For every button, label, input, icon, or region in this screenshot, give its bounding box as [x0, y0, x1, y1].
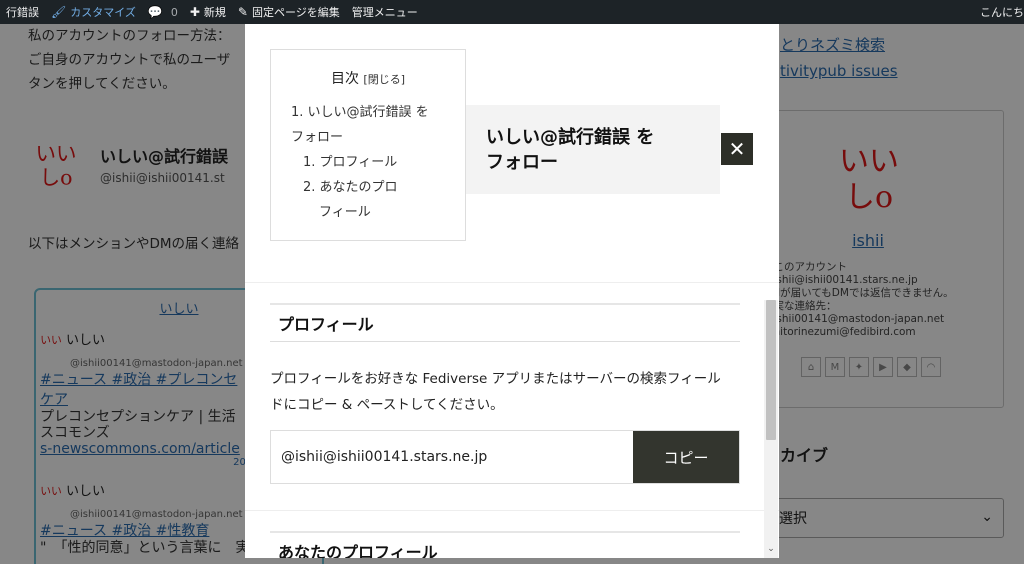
toc-item[interactable]: フィール [291, 200, 465, 225]
close-icon: ✕ [728, 137, 746, 161]
follow-title-box: いしい@試行錯誤 を フォロー [466, 105, 720, 194]
greeting-label: こんにち [980, 6, 1024, 19]
comment-icon: 💬 [147, 5, 163, 19]
plus-icon: ✚ [189, 5, 200, 19]
site-name-item[interactable]: 行錯誤 [0, 0, 45, 24]
edit-page-label: 固定ページを編集 [251, 6, 340, 19]
profile-heading: プロフィール [270, 303, 740, 342]
edit-page-item[interactable]: ✎ 固定ページを編集 [232, 0, 346, 24]
comments-item[interactable]: 💬 0 [142, 0, 184, 24]
admin-menu-item[interactable]: 管理メニュー [346, 0, 424, 24]
toc-title: 目次 [330, 71, 359, 87]
customize-item[interactable]: 🖌 カスタマイズ [45, 0, 142, 24]
scroll-down-arrow-icon[interactable]: ⌄ [764, 544, 778, 558]
close-modal-button[interactable]: ✕ [721, 133, 753, 165]
site-name-label: 行錯誤 [6, 6, 39, 19]
toc-item[interactable]: 1. いしい@試行錯誤 を [291, 100, 465, 125]
brush-icon: 🖌 [51, 5, 67, 19]
follow-modal: 目次 [閉じる] 1. いしい@試行錯誤 を フォロー 1. プロフィール 2.… [245, 24, 779, 558]
toc-toggle-button[interactable]: [閉じる] [363, 73, 405, 86]
pencil-icon: ✎ [237, 5, 248, 19]
your-profile-heading: あなたのプロフィール [270, 531, 740, 558]
toc-item[interactable]: 1. プロフィール [291, 150, 465, 175]
new-label: 新規 [203, 6, 226, 19]
admin-bar: 行錯誤 🖌 カスタマイズ 💬 0 ✚ 新規 ✎ 固定ページを編集 管理メニュー こんにち [0, 0, 1024, 24]
greeting-item[interactable]: こんにち [980, 0, 1024, 24]
follow-title-line: いしい@試行錯誤 を [486, 127, 655, 148]
toc-item[interactable]: フォロー [291, 125, 465, 150]
handle-field[interactable]: @ishii@ishii00141.stars.ne.jp [271, 431, 633, 483]
instruction-line: ドにコピー & ペーストしてください。 [270, 397, 504, 413]
table-of-contents: 目次 [閉じる] 1. いしい@試行錯誤 を フォロー 1. プロフィール 2.… [270, 49, 466, 241]
copy-handle-row: @ishii@ishii00141.stars.ne.jp コピー [270, 430, 740, 484]
divider [245, 510, 779, 511]
new-item[interactable]: ✚ 新規 [184, 0, 232, 24]
copy-button[interactable]: コピー [633, 431, 739, 483]
customize-label: カスタマイズ [70, 6, 136, 19]
instruction-line: プロフィールをお好きな Fediverse アプリまたはサーバーの検索フィール [270, 371, 721, 387]
profile-instructions: プロフィールをお好きな Fediverse アプリまたはサーバーの検索フィール … [270, 366, 740, 418]
divider [245, 282, 779, 283]
comments-count: 0 [170, 5, 178, 19]
admin-menu-label: 管理メニュー [351, 6, 418, 19]
modal-scrollbar-thumb[interactable] [766, 300, 776, 440]
toc-item[interactable]: 2. あなたのプロ [291, 175, 465, 200]
follow-title-line: フォロー [486, 152, 558, 173]
